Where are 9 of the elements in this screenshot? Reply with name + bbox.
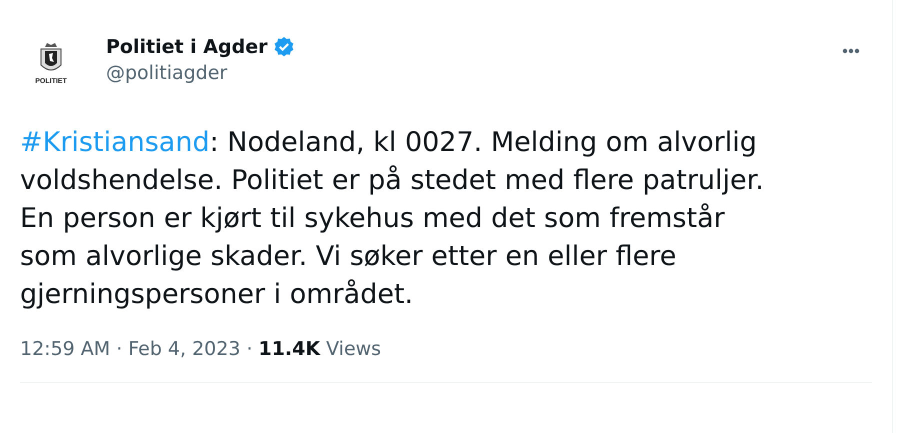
account-handle[interactable]: @politiagder [106,62,838,84]
tweet-time[interactable]: 12:59 AM [20,338,110,360]
tweet-text: #Kristiansand: Nodeland, kl 0027. Melding om alvorlig voldshendelse. Politiet er på stedet med flere patruljer. En person er kjørt til sykehus med det som fremstår som alvorlige skader. Vi søker etter en eller flere gjerningspersoner i området. [20,126,765,312]
views-count: 11.4K [258,338,320,360]
separator-dot: · [116,338,122,360]
account-name[interactable]: Politiet i Agder [106,36,268,58]
views-label: Views [326,338,382,360]
tweet-date[interactable]: Feb 4, 2023 [128,338,240,360]
separator-dot: · [246,338,252,360]
